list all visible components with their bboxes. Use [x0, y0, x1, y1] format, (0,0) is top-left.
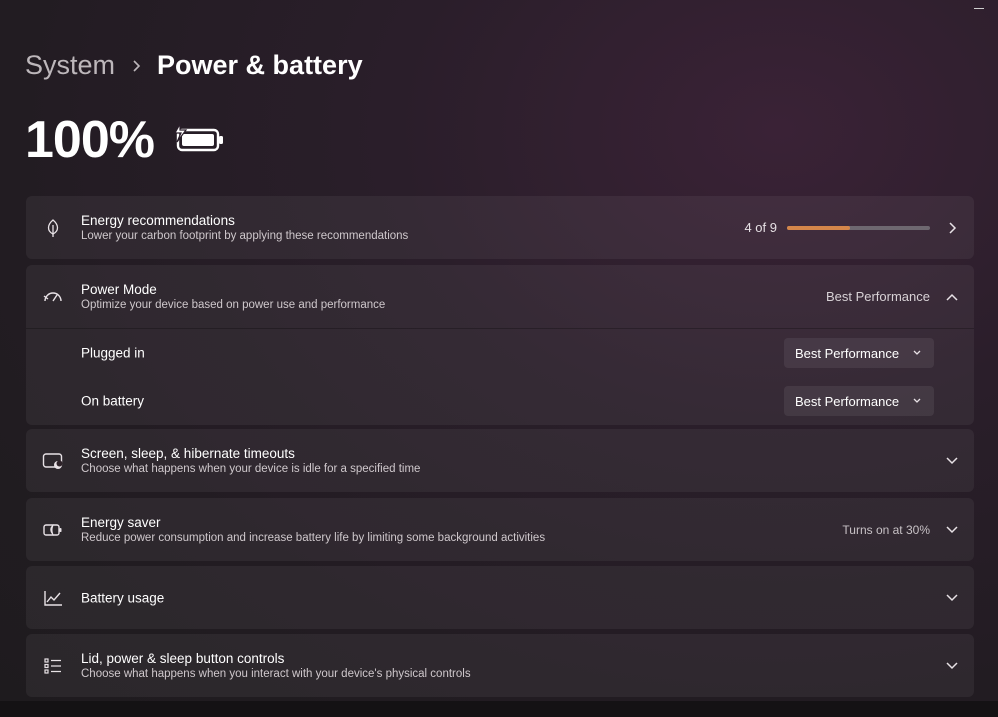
power-mode-value: Best Performance — [825, 289, 930, 304]
battery-usage-title: Battery usage — [81, 590, 165, 605]
recommendations-progress-bar — [787, 225, 930, 230]
leaf-icon — [42, 217, 64, 239]
chevron-down-icon — [944, 453, 960, 469]
minimize-button[interactable] — [974, 8, 984, 9]
energy-recommendations-card[interactable]: Energy recommendations Lower your carbon… — [26, 196, 974, 259]
chevron-down-icon — [912, 394, 922, 409]
recommendations-progress-label: 4 of 9 — [744, 220, 777, 235]
breadcrumb: System Power & battery — [25, 50, 363, 81]
battery-usage-card[interactable]: Battery usage — [26, 566, 974, 629]
lid-controls-card[interactable]: Lid, power & sleep button controls Choos… — [26, 634, 974, 697]
plugged-in-label: Plugged in — [81, 345, 145, 361]
chevron-down-icon — [944, 658, 960, 674]
power-mode-desc: Optimize your device based on power use … — [81, 298, 386, 311]
chevron-down-icon — [912, 346, 922, 361]
breadcrumb-system[interactable]: System — [25, 50, 115, 81]
screen-sleep-title: Screen, sleep, & hibernate timeouts — [81, 445, 295, 461]
screen-sleep-card[interactable]: Screen, sleep, & hibernate timeouts Choo… — [26, 429, 974, 492]
recommendations-progress-fill — [787, 225, 851, 230]
list-icon — [42, 655, 64, 677]
power-mode-card: Power Mode Optimize your device based on… — [26, 265, 974, 425]
chevron-down-icon — [944, 590, 960, 606]
energy-recommendations-desc: Lower your carbon footprint by applying … — [81, 229, 409, 242]
power-mode-title: Power Mode — [81, 281, 157, 297]
screen-sleep-desc: Choose what happens when your device is … — [81, 462, 421, 475]
taskbar-edge — [0, 701, 998, 717]
line-chart-icon — [42, 587, 64, 609]
plugged-in-dropdown-value: Best Performance — [795, 345, 900, 361]
on-battery-dropdown[interactable]: Best Performance — [784, 386, 934, 416]
power-mode-options: Plugged in Best Performance On battery B… — [26, 328, 974, 425]
lid-controls-title: Lid, power & sleep button controls — [81, 650, 285, 666]
battery-percent: 100% — [25, 111, 155, 169]
plugged-in-row: Plugged in Best Performance — [26, 329, 974, 377]
battery-charging-icon — [172, 121, 226, 161]
on-battery-row: On battery Best Performance — [26, 377, 974, 425]
battery-status: 100% — [25, 110, 226, 170]
energy-saver-desc: Reduce power consumption and increase ba… — [81, 531, 546, 544]
chevron-right-icon — [131, 59, 141, 73]
energy-saver-card[interactable]: Energy saver Reduce power consumption an… — [26, 498, 974, 561]
energy-saver-title: Energy saver — [81, 514, 161, 530]
chevron-down-icon — [944, 522, 960, 538]
on-battery-dropdown-value: Best Performance — [795, 393, 900, 409]
screen-sleep-icon — [42, 450, 64, 472]
energy-recommendations-title: Energy recommendations — [81, 212, 235, 228]
speedometer-icon — [42, 286, 64, 308]
chevron-up-icon[interactable] — [944, 289, 960, 305]
chevron-right-icon — [944, 220, 960, 236]
power-mode-header[interactable]: Power Mode Optimize your device based on… — [26, 265, 974, 328]
energy-saver-icon — [42, 519, 64, 541]
energy-saver-status: Turns on at 30% — [842, 522, 930, 537]
lid-controls-desc: Choose what happens when you interact wi… — [81, 667, 471, 680]
page-title: Power & battery — [157, 50, 363, 80]
plugged-in-dropdown[interactable]: Best Performance — [784, 338, 934, 368]
on-battery-label: On battery — [81, 393, 145, 409]
